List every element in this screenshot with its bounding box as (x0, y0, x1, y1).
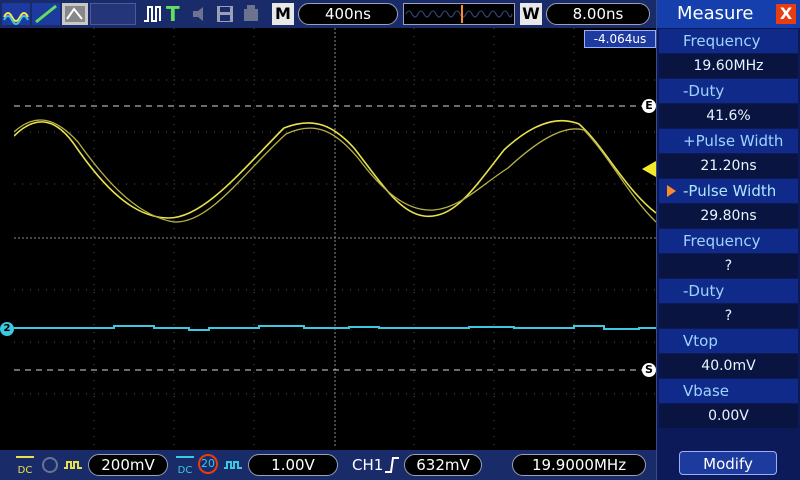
measure-label-frequency[interactable]: Frequency (659, 29, 798, 53)
rising-edge-icon (384, 454, 400, 476)
modify-button[interactable]: Modify (679, 451, 777, 475)
speaker-icon[interactable] (190, 3, 212, 25)
ch1-scale[interactable]: 200mV (88, 454, 168, 476)
waveform-screen: -4.064us E S (13, 28, 657, 448)
trigger-time-readout: -4.064us (584, 30, 656, 48)
ch2-probe-icon[interactable] (222, 454, 244, 476)
window-badge[interactable]: W (520, 3, 542, 25)
ch1-coupling[interactable]: DC (14, 454, 36, 476)
measure-label-vtop[interactable]: Vtop (659, 329, 798, 353)
ch2-coupling-text: DC (177, 465, 193, 476)
pulse-trigger-icon[interactable] (142, 3, 164, 25)
measure-value-pos-pulse-width: 21.20ns (659, 154, 798, 178)
ch1-probe-icon[interactable] (62, 454, 84, 476)
graticule-and-waveforms (13, 28, 657, 448)
trigger-t-icon[interactable]: T (166, 3, 186, 25)
cursor-e-marker[interactable]: E (642, 99, 656, 113)
measure-value-neg-pulse-width: 29.80ns (659, 204, 798, 228)
ch1-coupling-text: DC (17, 465, 33, 476)
timebase-readout[interactable]: 400ns (298, 3, 398, 25)
frequency-counter: 19.9000MHz (512, 454, 646, 476)
ch2-scale[interactable]: 1.00V (248, 454, 338, 476)
measure-value-neg-duty: 41.6% (659, 104, 798, 128)
trigger-level[interactable]: 632mV (404, 454, 482, 476)
measure-value-frequency-2: ? (659, 254, 798, 278)
trigger-source[interactable]: CH1 (352, 454, 383, 476)
display-slot (90, 3, 136, 25)
measure-title-text: Measure (677, 3, 754, 24)
measure-label-neg-duty-2[interactable]: -Duty (659, 279, 798, 303)
measure-value-vbase: 0.00V (659, 404, 798, 428)
measure-sidebar: Measure X Frequency 19.60MHz -Duty 41.6%… (656, 0, 800, 480)
ch2-ground-marker[interactable]: 2 (0, 322, 14, 336)
measure-label-vbase[interactable]: Vbase (659, 379, 798, 403)
measure-label-frequency-2[interactable]: Frequency (659, 229, 798, 253)
close-icon[interactable]: X (776, 4, 796, 24)
measure-label-pos-pulse-width[interactable]: +Pulse Width (659, 129, 798, 153)
bottom-status-bar: DC 200mV DC 20 1.00V CH1 632mV 19.9000MH… (0, 450, 656, 480)
cursor-s-marker[interactable]: S (642, 363, 656, 377)
mode-badge[interactable]: M (272, 3, 294, 25)
measure-value-neg-duty-2: ? (659, 304, 798, 328)
measure-item-neg-pulse-width[interactable]: -Pulse Width (659, 179, 798, 203)
wave-display-icon[interactable] (2, 3, 30, 25)
window-scale-readout[interactable]: 8.00ns (546, 3, 650, 25)
print-icon[interactable] (240, 3, 262, 25)
memory-overview[interactable] (403, 3, 515, 25)
measure-value-frequency: 19.60MHz (659, 54, 798, 78)
measure-label-neg-duty[interactable]: -Duty (659, 79, 798, 103)
ch2-bw-limit[interactable]: 20 (198, 454, 218, 474)
top-toolbar: T M 400ns W 8.00ns (0, 0, 656, 28)
ch1-bw-limit-icon[interactable] (40, 454, 60, 476)
measure-title: Measure X (657, 0, 800, 28)
persist-icon[interactable] (62, 3, 88, 25)
selection-arrow-icon (667, 185, 676, 197)
measure-value-vtop: 40.0mV (659, 354, 798, 378)
trigger-level-arrow[interactable] (642, 161, 656, 177)
measure-label-neg-pulse-width: -Pulse Width (683, 182, 777, 200)
ch2-coupling[interactable]: DC (174, 454, 196, 476)
save-disk-icon[interactable] (214, 3, 236, 25)
vector-display-icon[interactable] (32, 3, 60, 25)
